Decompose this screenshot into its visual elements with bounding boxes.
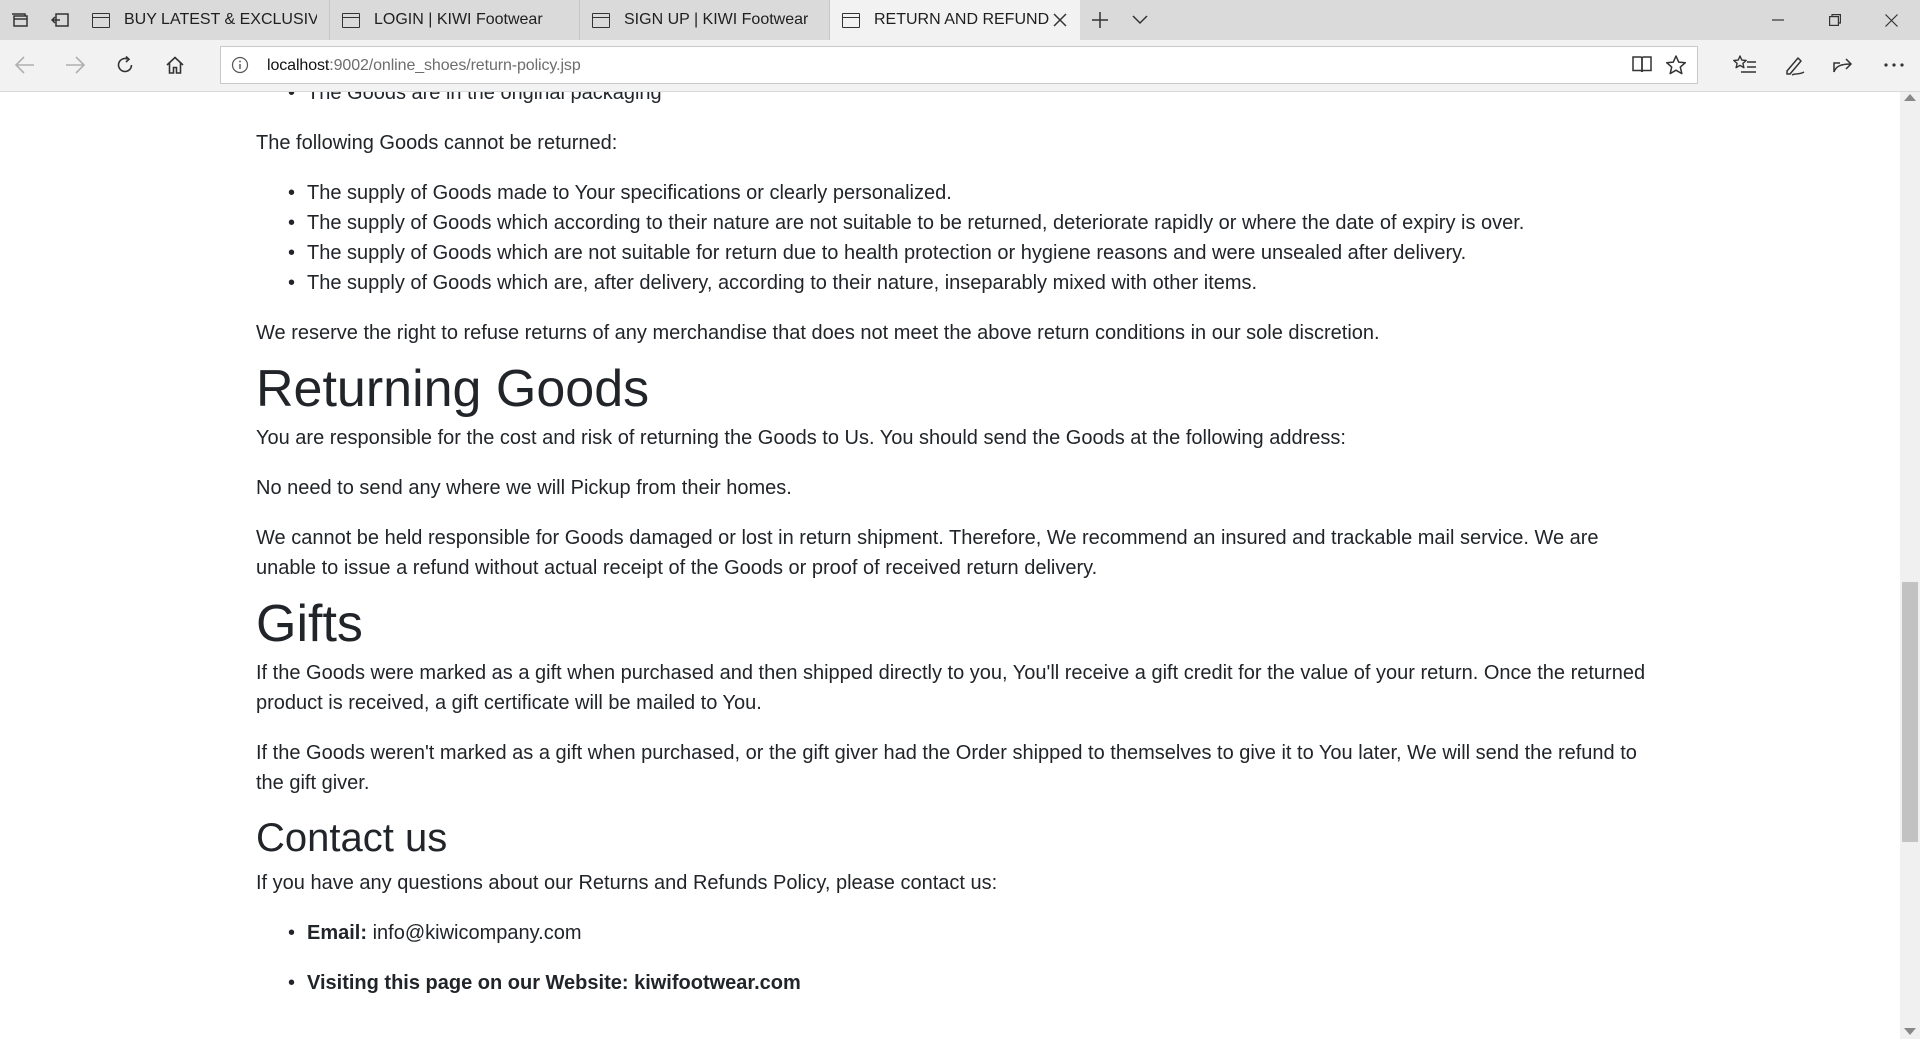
returning-goods-heading: Returning Goods [256, 360, 650, 418]
tab-preview-button[interactable] [1120, 0, 1160, 40]
tab-title: LOGIN | KIWI Footwear [374, 11, 543, 28]
email-value[interactable]: info@kiwicompany.com [373, 922, 582, 944]
back-button[interactable] [6, 46, 44, 84]
address-bar[interactable]: localhost:9002/online_shoes/return-polic… [220, 46, 1698, 84]
list-item: The Goods are in the original packaging [256, 92, 1646, 108]
site-info-icon[interactable] [231, 56, 249, 79]
tab-buy-latest[interactable]: BUY LATEST & EXCLUSIVE F [80, 0, 330, 40]
minimize-button[interactable] [1749, 0, 1806, 40]
page-icon [342, 12, 360, 28]
tabs-stack-icon [12, 13, 28, 27]
returning-paragraph-2: No need to send any where we will Pickup… [256, 477, 792, 499]
home-icon [166, 56, 184, 74]
close-window-button[interactable] [1863, 0, 1920, 40]
favorites-hub-button[interactable] [1726, 46, 1764, 84]
tab-title: SIGN UP | KIWI Footwear [624, 11, 809, 28]
tab-strip: BUY LATEST & EXCLUSIVE F LOGIN | KIWI Fo… [0, 0, 1920, 40]
navigation-bar: localhost:9002/online_shoes/return-polic… [0, 40, 1920, 92]
page-icon [592, 12, 610, 28]
contact-email-item: Email: info@kiwicompany.com [256, 918, 1646, 948]
arrow-right-icon [66, 56, 85, 74]
contact-website-item: Visiting this page on our Website: kiwif… [256, 968, 1646, 998]
page-icon [92, 12, 110, 28]
minimize-icon [1771, 19, 1784, 21]
close-icon [1053, 13, 1067, 27]
list-item: The supply of Goods made to Your specifi… [256, 178, 1646, 208]
nonreturnable-list: The supply of Goods made to Your specifi… [256, 178, 1646, 298]
refresh-icon [117, 55, 133, 73]
nonreturnable-intro: The following Goods cannot be returned: [256, 132, 618, 154]
gifts-heading: Gifts [256, 595, 363, 653]
url-host: localhost [267, 57, 330, 74]
close-tab-button[interactable] [1050, 10, 1070, 30]
tab-login[interactable]: LOGIN | KIWI Footwear [330, 0, 580, 40]
window-controls [1749, 0, 1920, 40]
refresh-button[interactable] [106, 46, 144, 84]
return-conditions-list: The Goods are in the original packaging [256, 92, 1646, 108]
contact-us-heading: Contact us [256, 816, 448, 860]
returning-paragraph-1: You are responsible for the cost and ris… [256, 427, 1346, 449]
star-icon [1665, 55, 1687, 75]
chevron-down-icon [1132, 15, 1148, 25]
reading-view-button[interactable] [1631, 54, 1653, 79]
more-dots-icon [1884, 63, 1904, 67]
home-button[interactable] [156, 46, 194, 84]
reserve-right-text: We reserve the right to refuse returns o… [256, 322, 1380, 344]
gifts-paragraph-1: If the Goods were marked as a gift when … [256, 662, 1646, 714]
restore-button[interactable] [1806, 0, 1863, 40]
scrollbar-thumb[interactable] [1902, 582, 1918, 842]
scroll-down-arrow-icon[interactable] [1904, 1028, 1916, 1035]
tab-overview-button[interactable] [0, 0, 40, 40]
tab-return-and-refund[interactable]: RETURN AND REFUND [830, 0, 1080, 40]
url-text[interactable]: localhost:9002/online_shoes/return-polic… [267, 57, 581, 75]
gifts-paragraph-2: If the Goods weren't marked as a gift wh… [256, 742, 1637, 794]
set-aside-tabs-button[interactable] [40, 0, 80, 40]
add-favorite-button[interactable] [1665, 54, 1687, 81]
book-icon [1632, 56, 1652, 73]
tab-title: RETURN AND REFUND [874, 11, 1050, 28]
tab-sign-up[interactable]: SIGN UP | KIWI Footwear [580, 0, 830, 40]
pen-icon [1786, 57, 1805, 76]
forward-button[interactable] [56, 46, 94, 84]
list-item: The supply of Goods which are, after del… [256, 268, 1646, 298]
web-note-button[interactable] [1775, 46, 1813, 84]
contact-intro: If you have any questions about our Retu… [256, 872, 998, 894]
arrow-left-icon [15, 56, 34, 74]
list-item: The supply of Goods which are not suitab… [256, 238, 1646, 268]
return-policy-content: The Goods are in the original packaging … [256, 92, 1646, 998]
settings-more-button[interactable] [1875, 46, 1913, 84]
vertical-scrollbar[interactable] [1900, 92, 1920, 1039]
url-path: :9002/online_shoes/return-policy.jsp [329, 57, 581, 74]
tab-title: BUY LATEST & EXCLUSIVE F [124, 11, 317, 28]
page-icon [842, 12, 860, 28]
returning-paragraph-3: We cannot be held responsible for Goods … [256, 527, 1599, 579]
page-viewport: The Goods are in the original packaging … [0, 92, 1900, 1039]
scroll-up-arrow-icon[interactable] [1904, 94, 1916, 101]
share-icon [1833, 58, 1853, 73]
email-label: Email: [307, 922, 368, 944]
set-aside-icon [51, 13, 69, 27]
favorites-list-icon [1733, 55, 1756, 73]
list-item: The supply of Goods which according to t… [256, 208, 1646, 238]
new-tab-button[interactable] [1080, 0, 1120, 40]
share-button[interactable] [1824, 46, 1862, 84]
close-icon [1885, 13, 1898, 27]
plus-icon [1092, 12, 1108, 28]
website-text[interactable]: Visiting this page on our Website: kiwif… [307, 972, 801, 994]
contact-list: Email: info@kiwicompany.com Visiting thi… [256, 918, 1646, 998]
restore-icon [1828, 14, 1841, 26]
